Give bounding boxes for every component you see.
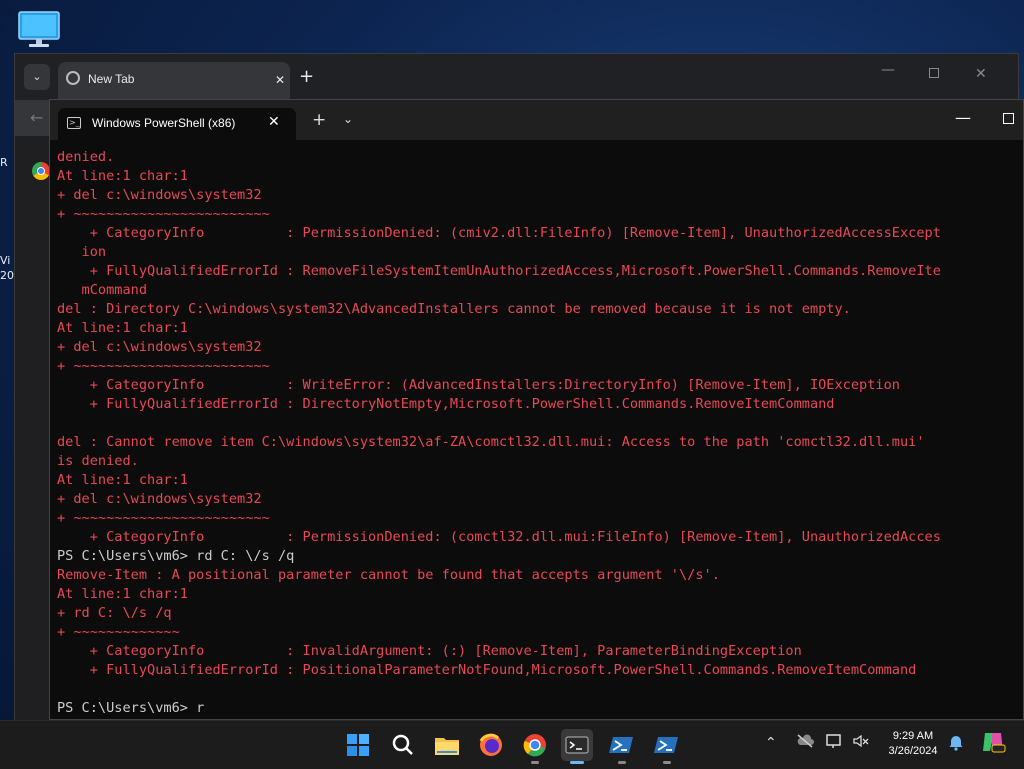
terminal-line: At line:1 char:1 bbox=[57, 586, 188, 602]
terminal-line: + CategoryInfo : PermissionDenied: (cmiv… bbox=[57, 225, 941, 241]
maximize-icon[interactable] bbox=[929, 68, 939, 78]
back-arrow-icon[interactable]: ← bbox=[30, 108, 43, 127]
terminal-window: >_ Windows PowerShell (x86) ✕ + ⌄ — deni… bbox=[49, 99, 1024, 720]
terminal-tab[interactable]: >_ Windows PowerShell (x86) ✕ bbox=[58, 108, 296, 140]
clock-time: 9:29 AM bbox=[892, 730, 934, 742]
terminal-line: + CategoryInfo : WriteError: (AdvancedIn… bbox=[57, 377, 900, 393]
terminal-line: denied. bbox=[57, 149, 115, 165]
terminal-line: mCommand bbox=[57, 282, 148, 298]
terminal-line: + CategoryInfo : PermissionDenied: (comc… bbox=[57, 529, 941, 545]
terminal-line: + ~~~~~~~~~~~~~~~~~~~~~~~~ bbox=[57, 510, 270, 526]
maximize-icon[interactable] bbox=[1003, 113, 1014, 124]
terminal-line: + ~~~~~~~~~~~~~ bbox=[57, 624, 180, 640]
terminal-line: + ~~~~~~~~~~~~~~~~~~~~~~~~ bbox=[57, 358, 270, 374]
terminal-line: Remove-Item : A positional parameter can… bbox=[57, 567, 720, 583]
notification-bell-icon[interactable] bbox=[948, 733, 964, 755]
chrome-tab-globe-icon bbox=[66, 71, 80, 85]
running-indicator bbox=[570, 761, 584, 764]
desktop-partial-text: Vi bbox=[0, 254, 11, 267]
terminal-line: PS C:\Users\vm6> rd C: \/s /q bbox=[57, 548, 295, 564]
terminal-line: At line:1 char:1 bbox=[57, 472, 188, 488]
terminal-line: + rd C: \/s /q bbox=[57, 605, 172, 621]
running-indicator bbox=[531, 761, 539, 764]
terminal-titlebar: >_ Windows PowerShell (x86) ✕ + ⌄ — bbox=[50, 100, 1023, 140]
terminal-line: + FullyQualifiedErrorId : PositionalPara… bbox=[57, 662, 917, 678]
firefox-icon[interactable] bbox=[475, 729, 507, 761]
search-icon[interactable] bbox=[387, 729, 419, 761]
terminal-line: del : Directory C:\windows\system32\Adva… bbox=[57, 301, 851, 317]
chevron-down-icon[interactable]: ⌄ bbox=[343, 112, 353, 126]
powershell-tab-icon: >_ bbox=[67, 117, 81, 129]
terminal-line: + FullyQualifiedErrorId : RemoveFileSyst… bbox=[57, 263, 941, 279]
powershell-icon[interactable] bbox=[651, 729, 683, 764]
terminal-line: At line:1 char:1 bbox=[57, 168, 188, 184]
taskbar: ⌃ 9:29 AM 3/26/2024 bbox=[0, 720, 1024, 769]
chevron-up-icon[interactable]: ⌃ bbox=[765, 735, 777, 751]
tab-search-button[interactable]: ⌄ bbox=[24, 64, 50, 90]
system-clock[interactable]: 9:29 AM 3/26/2024 bbox=[878, 729, 948, 759]
desktop-partial-text: R bbox=[0, 156, 8, 169]
terminal-line: At line:1 char:1 bbox=[57, 320, 188, 336]
desktop-partial-text: 20 bbox=[0, 269, 14, 282]
running-indicator bbox=[663, 761, 671, 764]
terminal-output[interactable]: denied. At line:1 char:1 + del c:\windows\… bbox=[57, 148, 1023, 719]
chrome-tab-title: New Tab bbox=[88, 72, 135, 86]
new-tab-button[interactable]: + bbox=[299, 66, 314, 88]
minimize-icon[interactable]: — bbox=[955, 108, 971, 127]
terminal-line: + del c:\windows\system32 bbox=[57, 491, 262, 507]
desktop-computer-icon[interactable] bbox=[16, 10, 62, 50]
clock-date: 3/26/2024 bbox=[888, 745, 938, 757]
volume-muted-icon[interactable] bbox=[852, 733, 870, 753]
terminal-line: PS C:\Users\vm6> r bbox=[57, 700, 205, 716]
close-icon[interactable]: ✕ bbox=[268, 114, 280, 130]
close-icon[interactable]: ✕ bbox=[975, 66, 987, 82]
chrome-logo-icon bbox=[32, 162, 50, 180]
terminal-line: + CategoryInfo : InvalidArgument: (:) [R… bbox=[57, 643, 802, 659]
terminal-line: ion bbox=[57, 244, 107, 260]
chrome-tabstrip: ⌄ New Tab ✕ + — ✕ bbox=[15, 54, 1018, 100]
minimize-icon[interactable]: — bbox=[881, 62, 895, 78]
powershell-icon[interactable] bbox=[606, 729, 638, 764]
chrome-icon[interactable] bbox=[519, 729, 551, 764]
onedrive-icon[interactable] bbox=[796, 733, 814, 753]
chrome-tab-new-tab[interactable]: New Tab ✕ bbox=[58, 62, 290, 100]
terminal-line: + ~~~~~~~~~~~~~~~~~~~~~~~~ bbox=[57, 206, 270, 222]
terminal-line: is denied. bbox=[57, 453, 139, 469]
terminal-line: + del c:\windows\system32 bbox=[57, 339, 262, 355]
terminal-line: del : Cannot remove item C:\windows\syst… bbox=[57, 434, 925, 450]
new-tab-button[interactable]: + bbox=[312, 110, 326, 130]
network-icon[interactable] bbox=[826, 733, 844, 753]
copilot-icon[interactable] bbox=[980, 729, 1006, 759]
terminal-line: + FullyQualifiedErrorId : DirectoryNotEm… bbox=[57, 396, 835, 412]
start-icon[interactable] bbox=[342, 729, 374, 761]
close-icon[interactable]: ✕ bbox=[270, 70, 290, 90]
terminal-tab-title: Windows PowerShell (x86) bbox=[92, 116, 236, 130]
terminal-line: + del c:\windows\system32 bbox=[57, 187, 262, 203]
file-explorer-icon[interactable] bbox=[431, 729, 463, 761]
running-indicator bbox=[618, 761, 626, 764]
terminal-icon[interactable] bbox=[561, 729, 593, 764]
